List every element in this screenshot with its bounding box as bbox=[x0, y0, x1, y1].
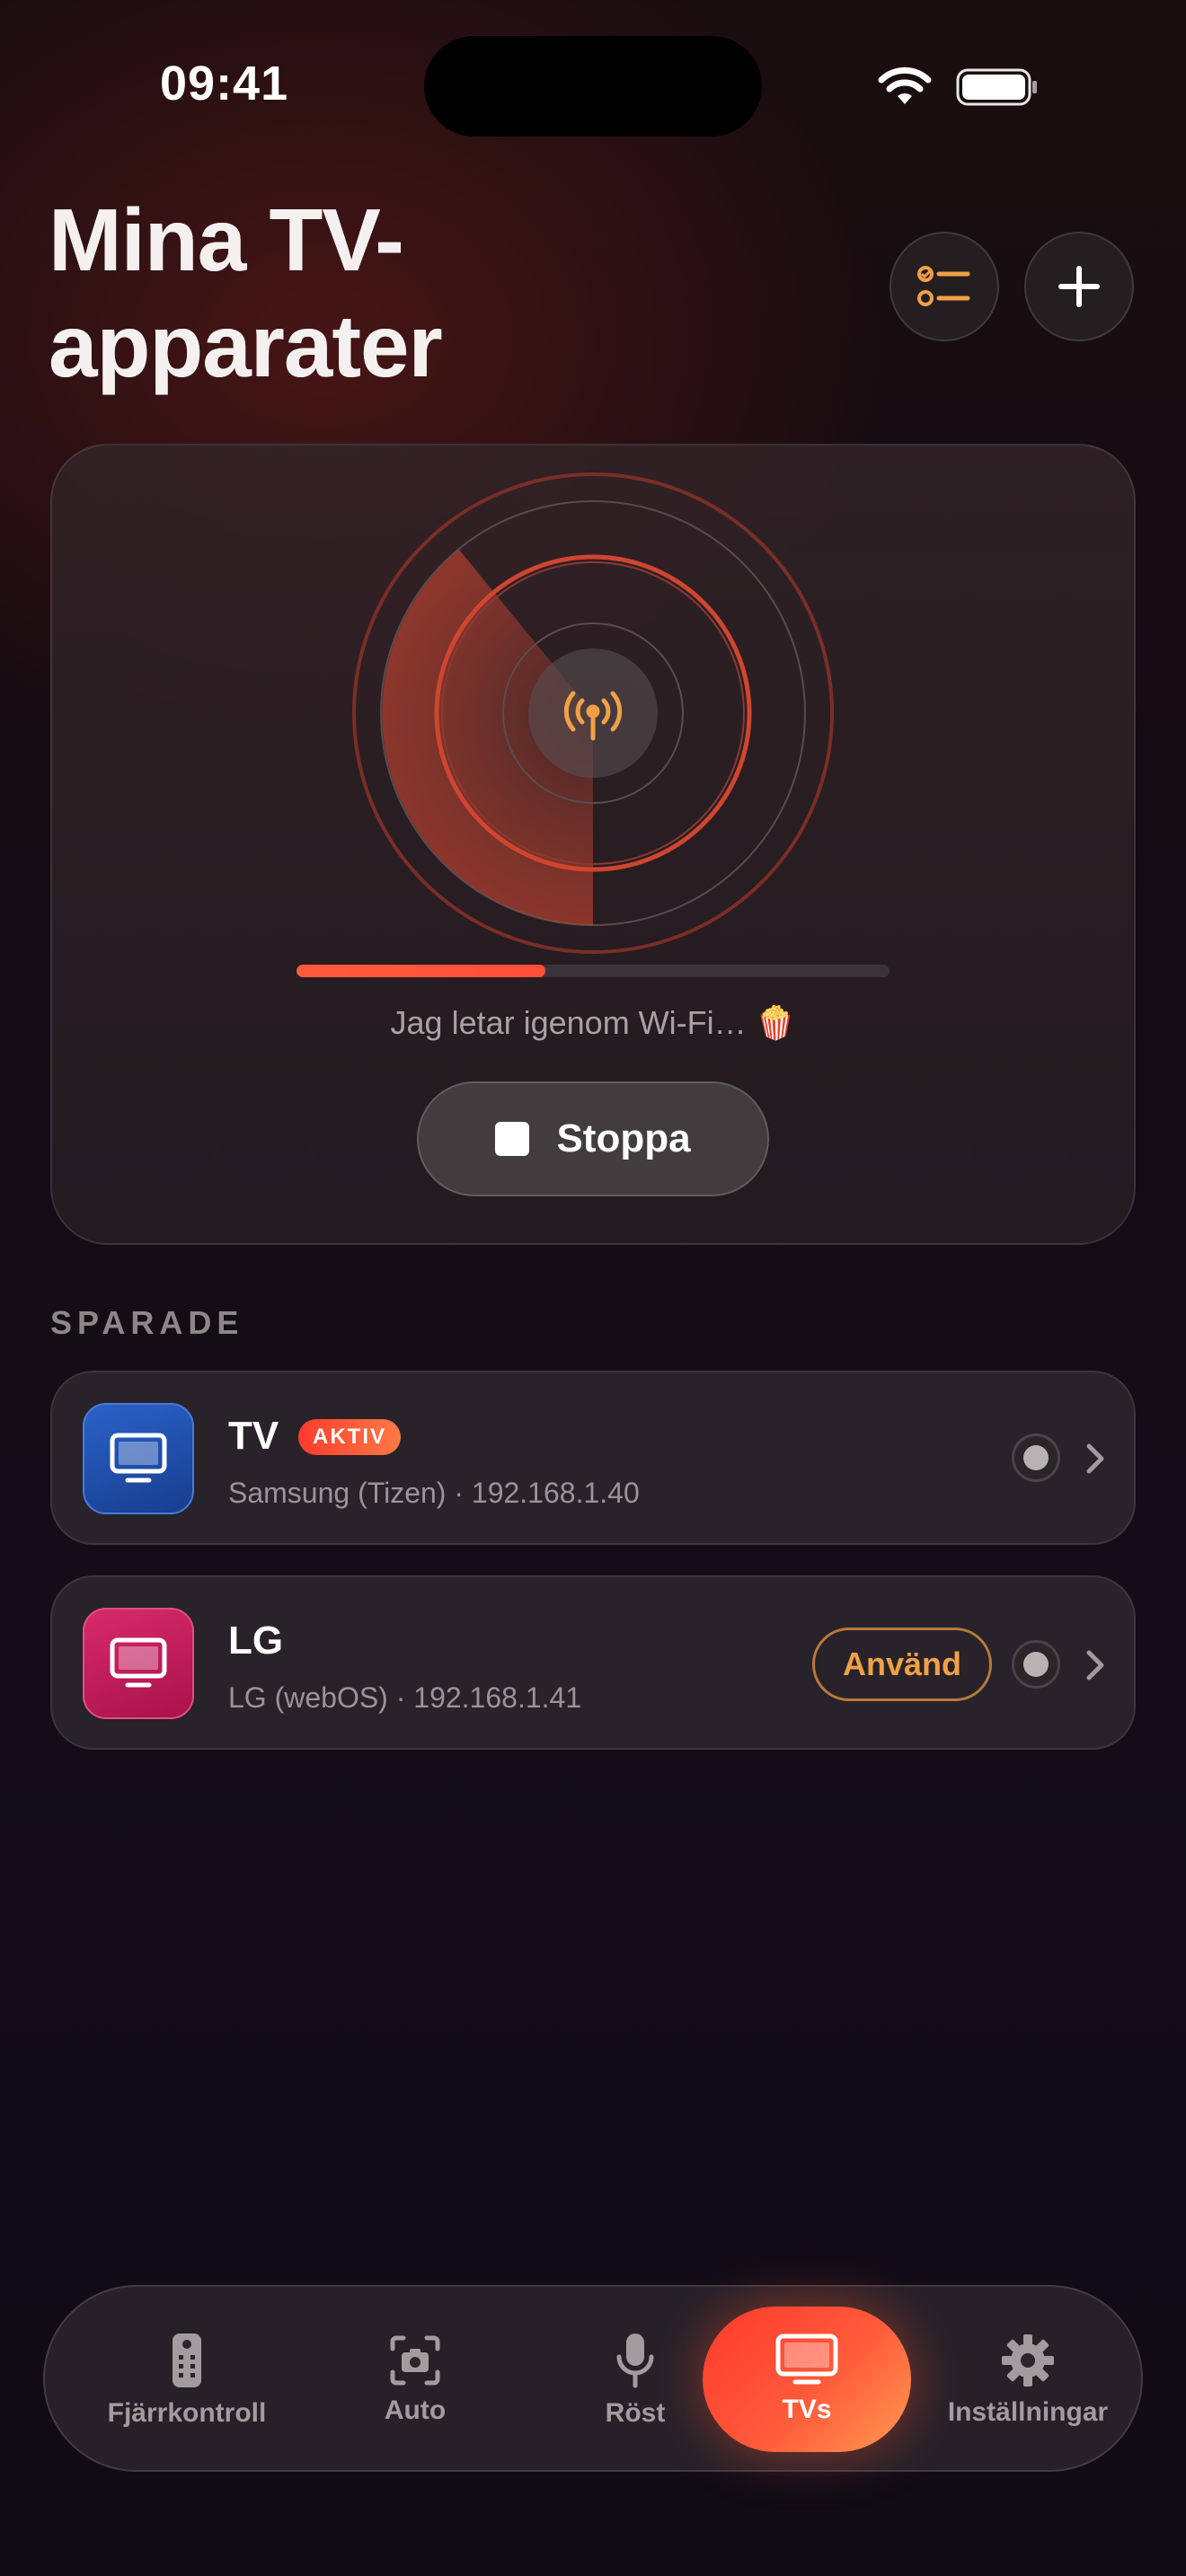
chevron-right-icon bbox=[1086, 1443, 1104, 1474]
tab-auto[interactable]: Auto bbox=[325, 2287, 505, 2474]
stop-label: Stoppa bbox=[556, 1116, 691, 1160]
device-name: TV bbox=[228, 1414, 279, 1458]
microphone-icon bbox=[616, 2333, 654, 2388]
use-device-button[interactable]: Använd bbox=[812, 1628, 992, 1701]
radar-graphic bbox=[352, 472, 834, 954]
gear-icon bbox=[1002, 2334, 1054, 2386]
camera-scan-icon bbox=[390, 2335, 440, 2386]
device-card-lg[interactable]: LG LG (webOS) · 192.168.1.41 Använd bbox=[50, 1575, 1136, 1750]
select-radio[interactable] bbox=[1012, 1434, 1060, 1482]
tab-tvs[interactable]: TVs bbox=[703, 2307, 911, 2452]
device-icon-lg bbox=[83, 1608, 194, 1719]
tab-label: Auto bbox=[384, 2395, 447, 2425]
stop-scan-button[interactable]: Stoppa bbox=[417, 1081, 769, 1196]
tab-label: Fjärrkontroll bbox=[107, 2398, 267, 2428]
tab-remote[interactable]: Fjärrkontroll bbox=[70, 2287, 304, 2474]
tv-icon bbox=[110, 1637, 167, 1688]
battery-icon bbox=[956, 68, 1037, 106]
tv-icon bbox=[110, 1433, 167, 1483]
scan-progress-fill bbox=[296, 965, 546, 977]
wifi-icon bbox=[878, 66, 932, 104]
tab-settings[interactable]: Inställningar bbox=[929, 2287, 1127, 2474]
add-tv-button[interactable] bbox=[1024, 232, 1134, 341]
status-time: 09:41 bbox=[160, 57, 289, 110]
tab-voice[interactable]: Röst bbox=[541, 2287, 730, 2474]
scan-status-text: Jag letar igenom Wi-Fi… 🍿 bbox=[390, 1004, 796, 1041]
remote-icon bbox=[173, 2333, 201, 2387]
device-card-tv[interactable]: TV AKTIV Samsung (Tizen) · 192.168.1.40 bbox=[50, 1371, 1136, 1545]
chevron-right-icon bbox=[1086, 1650, 1104, 1681]
plus-icon bbox=[1058, 266, 1100, 307]
dynamic-island bbox=[424, 36, 762, 137]
checklist-button[interactable] bbox=[890, 232, 999, 341]
tab-label: Inställningar bbox=[947, 2397, 1109, 2427]
device-meta: LG (webOS) · 192.168.1.41 bbox=[228, 1681, 582, 1714]
stop-icon bbox=[495, 1122, 530, 1156]
scan-progress-bar bbox=[296, 965, 890, 977]
tv-icon bbox=[775, 2333, 838, 2385]
select-radio[interactable] bbox=[1012, 1640, 1060, 1689]
tab-label: Röst bbox=[605, 2398, 666, 2428]
active-badge: AKTIV bbox=[298, 1419, 401, 1455]
saved-section-label: SPARADE bbox=[50, 1304, 244, 1341]
tab-label: TVs bbox=[782, 2395, 832, 2424]
checklist-icon bbox=[917, 266, 970, 306]
device-meta: Samsung (Tizen) · 192.168.1.40 bbox=[228, 1477, 640, 1509]
tab-bar: Fjärrkontroll Auto Röst TVs Inställninga… bbox=[43, 2285, 1143, 2472]
device-name: LG bbox=[228, 1619, 284, 1663]
device-icon-tv bbox=[83, 1403, 194, 1514]
page-title: Mina TV-apparater bbox=[49, 187, 588, 399]
